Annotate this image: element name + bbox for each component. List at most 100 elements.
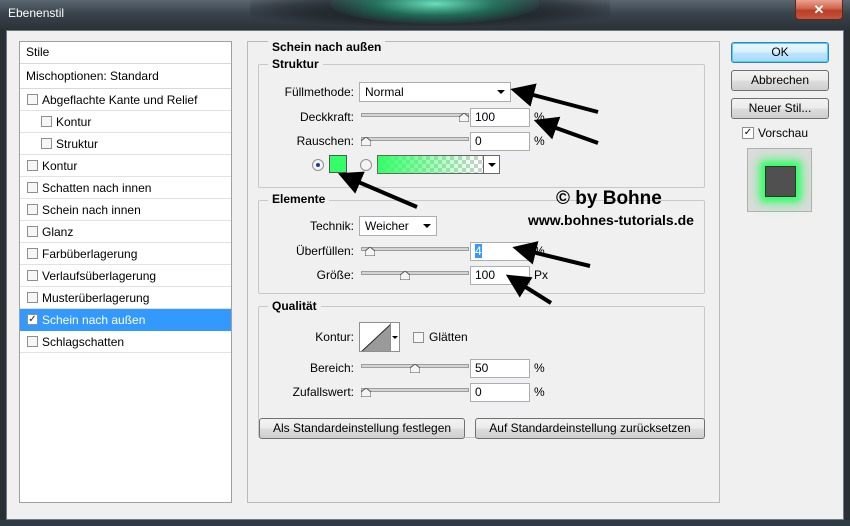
range-field[interactable]: 50	[470, 359, 530, 378]
glow-gradient-picker[interactable]	[377, 155, 484, 174]
size-unit: Px	[534, 268, 549, 282]
slider-thumb[interactable]	[361, 137, 371, 146]
new-style-button[interactable]: Neuer Stil...	[731, 98, 829, 119]
gradient-radio[interactable]	[360, 159, 372, 171]
slider-track	[361, 271, 469, 275]
noise-label: Rauschen:	[296, 134, 354, 148]
spread-slider[interactable]	[361, 245, 469, 257]
sidebar-item-checkbox[interactable]	[27, 292, 38, 303]
contour-picker[interactable]	[359, 322, 391, 352]
sidebar-item-checkbox[interactable]	[27, 204, 38, 215]
range-slider[interactable]	[361, 362, 469, 374]
slider-thumb[interactable]	[400, 271, 410, 280]
sidebar-item-1[interactable]: Kontur	[20, 111, 231, 133]
sidebar-item-label: Schatten nach innen	[42, 181, 152, 195]
struktur-title: Struktur	[268, 57, 323, 71]
set-default-button[interactable]: Als Standardeinstellung festlegen	[259, 418, 465, 439]
jitter-slider[interactable]	[361, 386, 469, 398]
jitter-field[interactable]: 0	[470, 383, 530, 402]
chevron-down-icon	[488, 163, 496, 167]
sidebar-item-6[interactable]: Glanz	[20, 221, 231, 243]
antialias-checkbox[interactable]	[413, 332, 424, 343]
sidebar-item-4[interactable]: Schatten nach innen	[20, 177, 231, 199]
opacity-slider[interactable]	[361, 111, 469, 123]
spread-field[interactable]: 4	[470, 242, 530, 261]
size-field[interactable]: 100	[470, 266, 530, 285]
sidebar-item-label: Farbüberlagerung	[42, 247, 138, 261]
range-unit: %	[534, 361, 545, 375]
preview-square	[765, 166, 796, 197]
cancel-button[interactable]: Abbrechen	[731, 70, 829, 91]
slider-thumb[interactable]	[361, 388, 371, 397]
sidebar-item-7[interactable]: Farbüberlagerung	[20, 243, 231, 265]
blend-options-item[interactable]: Mischoptionen: Standard	[20, 64, 231, 89]
sidebar-item-checkbox[interactable]	[27, 226, 38, 237]
slider-thumb[interactable]	[459, 113, 469, 122]
noise-field[interactable]: 0	[470, 132, 530, 151]
sidebar-item-checkbox[interactable]: ✓	[27, 314, 38, 325]
slider-thumb[interactable]	[365, 247, 375, 256]
antialias-label: Glätten	[429, 330, 468, 344]
spread-label: Überfüllen:	[295, 244, 354, 258]
sidebar-item-checkbox[interactable]	[27, 270, 38, 281]
dialog-client: Stile Mischoptionen: Standard Abgeflacht…	[6, 30, 844, 520]
sidebar-item-checkbox[interactable]	[27, 160, 38, 171]
sidebar-item-3[interactable]: Kontur	[20, 155, 231, 177]
window-title: Ebenenstil	[8, 6, 65, 20]
opacity-label: Deckkraft:	[299, 110, 354, 124]
glow-color-swatch[interactable]	[329, 155, 347, 173]
title-bar: Ebenenstil ✕	[0, 0, 850, 30]
sidebar-item-checkbox[interactable]	[41, 116, 52, 127]
panel-title: Schein nach außen	[268, 40, 386, 54]
blend-mode-label: Füllmethode:	[284, 85, 354, 99]
sidebar-item-2[interactable]: Struktur	[20, 133, 231, 155]
slider-thumb[interactable]	[410, 364, 420, 373]
watermark-url: www.bohnes-tutorials.de	[528, 212, 694, 228]
chevron-down-icon	[423, 224, 431, 228]
technique-select[interactable]: Weicher	[359, 216, 437, 236]
contour-dropdown[interactable]	[390, 322, 400, 352]
opacity-unit: %	[534, 110, 545, 124]
blend-mode-select[interactable]: Normal	[359, 82, 511, 102]
sidebar-item-checkbox[interactable]	[41, 138, 52, 149]
noise-slider[interactable]	[361, 135, 469, 147]
qualitaet-title: Qualität	[268, 299, 321, 313]
sidebar-item-8[interactable]: Verlaufsüberlagerung	[20, 265, 231, 287]
sidebar-item-11[interactable]: Schlagschatten	[20, 331, 231, 353]
slider-track	[361, 388, 469, 392]
sidebar-item-10[interactable]: ✓ Schein nach außen	[20, 309, 231, 331]
sidebar-item-label: Musterüberlagerung	[42, 291, 150, 305]
gradient-dropdown[interactable]	[483, 155, 500, 174]
jitter-label: Zufallswert:	[292, 385, 354, 399]
reset-default-button[interactable]: Auf Standardeinstellung zurücksetzen	[475, 418, 705, 439]
close-icon: ✕	[813, 2, 825, 17]
watermark-author: © by Bohne	[556, 188, 662, 209]
sidebar-item-checkbox[interactable]	[27, 248, 38, 259]
color-radio[interactable]	[312, 159, 324, 171]
spread-unit: %	[534, 244, 545, 258]
ok-button[interactable]: OK	[731, 42, 829, 63]
close-button[interactable]: ✕	[795, 0, 843, 20]
contour-label: Kontur:	[315, 330, 354, 344]
chevron-down-icon	[392, 336, 398, 339]
preview-label: Vorschau	[758, 126, 809, 140]
sidebar-item-9[interactable]: Musterüberlagerung	[20, 287, 231, 309]
opacity-field[interactable]: 100	[470, 108, 530, 127]
slider-track	[361, 247, 469, 251]
sidebar-item-checkbox[interactable]	[27, 336, 38, 347]
window-frame-bottom	[0, 520, 850, 526]
sidebar-item-0[interactable]: Abgeflachte Kante und Relief	[20, 89, 231, 111]
sidebar-item-checkbox[interactable]	[27, 182, 38, 193]
preview-thumbnail	[747, 148, 812, 212]
outer-glow-panel: Schein nach außen Struktur Füllmethode: …	[247, 40, 720, 503]
contour-curve-icon	[361, 324, 390, 351]
sidebar-item-checkbox[interactable]	[27, 94, 38, 105]
styles-list: Stile Mischoptionen: Standard Abgeflacht…	[19, 41, 232, 503]
size-slider[interactable]	[361, 269, 469, 281]
sidebar-item-label: Schein nach außen	[42, 313, 146, 327]
sidebar-item-5[interactable]: Schein nach innen	[20, 199, 231, 221]
styles-header[interactable]: Stile	[20, 42, 231, 64]
technique-label: Technik:	[309, 219, 354, 233]
sidebar-item-label: Kontur	[56, 115, 92, 129]
preview-checkbox[interactable]: ✓	[742, 127, 754, 139]
